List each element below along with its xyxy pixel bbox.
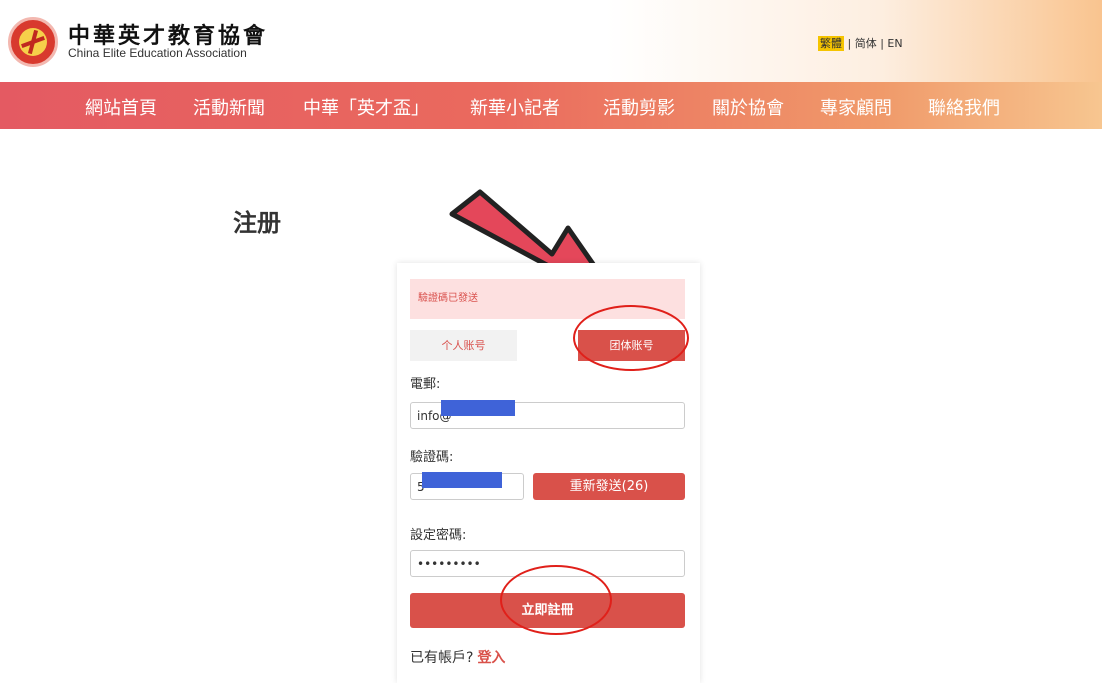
login-link[interactable]: 登入: [477, 650, 505, 666]
password-value: •••••••••: [417, 557, 481, 571]
nav-item-cup[interactable]: 中華「英才盃」: [303, 94, 429, 120]
lang-other[interactable]: | 简体 | EN: [844, 37, 902, 50]
page-title: 注册: [233, 209, 281, 237]
language-switcher[interactable]: 繁體 | 简体 | EN: [818, 35, 903, 51]
code-label: 驗證碼:: [410, 450, 454, 465]
annotation-circle-group-tab: [573, 305, 689, 371]
resend-code-button[interactable]: 重新發送(26): [533, 473, 685, 500]
redaction-block: [441, 400, 515, 416]
nav-item-gallery[interactable]: 活動剪影: [603, 94, 675, 120]
login-prompt: 已有帳戶? 登入: [410, 647, 505, 667]
email-label: 電郵:: [410, 377, 441, 392]
main-nav: 網站首頁 活動新聞 中華「英才盃」 新華小記者 活動剪影 關於協會 專家顧問 聯…: [0, 82, 1102, 129]
org-name-en: China Elite Education Association: [68, 46, 247, 60]
logo-icon[interactable]: [8, 17, 58, 67]
lang-traditional[interactable]: 繁體: [818, 36, 844, 51]
nav-item-contact[interactable]: 聯絡我們: [928, 94, 1000, 120]
tab-personal-account[interactable]: 个人账号: [410, 330, 517, 361]
nav-item-about[interactable]: 關於協會: [712, 94, 784, 120]
password-label: 設定密碼:: [410, 528, 467, 543]
nav-item-experts[interactable]: 專家顧問: [820, 94, 892, 120]
annotation-circle-register: [500, 565, 612, 635]
login-prompt-text: 已有帳戶?: [410, 650, 474, 666]
site-header: 中華英才教育協會 China Elite Education Associati…: [0, 0, 1102, 82]
nav-item-home[interactable]: 網站首頁: [85, 94, 157, 120]
nav-item-news[interactable]: 活動新聞: [193, 94, 265, 120]
nav-item-reporter[interactable]: 新華小記者: [470, 94, 560, 120]
redaction-block: [422, 472, 502, 488]
